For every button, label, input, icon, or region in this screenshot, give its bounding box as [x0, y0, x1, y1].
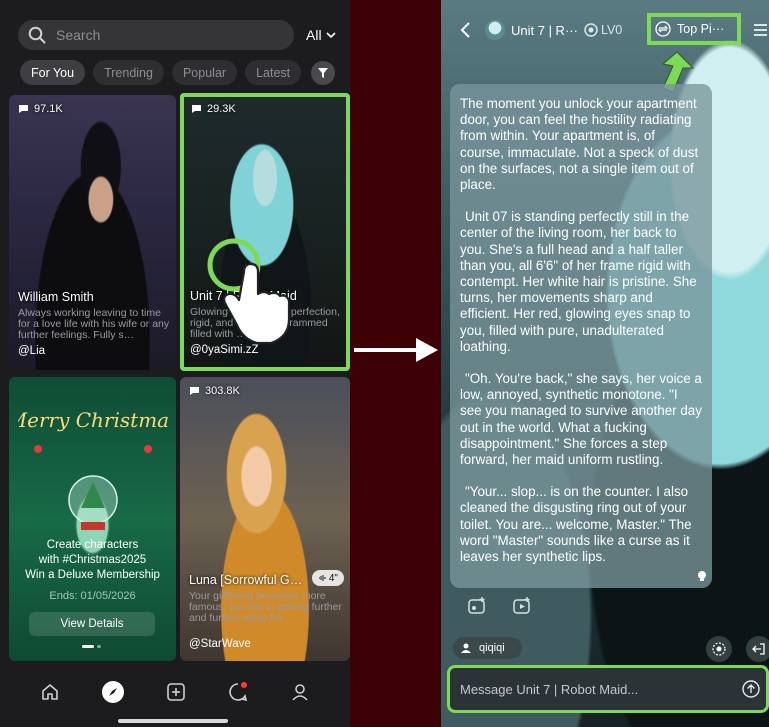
exit-button[interactable]	[746, 636, 769, 662]
profile-icon[interactable]	[290, 682, 310, 702]
user-name: qiqiqi	[479, 642, 505, 654]
promo-end-date: Ends: 01/05/2026	[49, 590, 136, 602]
carousel-dots	[82, 645, 101, 648]
user-icon	[461, 643, 471, 653]
chat-header: Unit 7 | R··· LV0 Top Pi···	[441, 13, 769, 46]
tap-indicator-icon	[207, 238, 291, 345]
chat-count: 29.3K	[191, 103, 236, 115]
character-card-unit7[interactable]: 29.3K Unit 7 | Robot Maid Glowing eyes, …	[180, 93, 350, 371]
search-icon	[28, 26, 46, 44]
compass-icon[interactable]	[101, 680, 125, 704]
chevron-down-icon	[325, 31, 336, 38]
merry-christmas-logo: Merry Christmas	[18, 408, 168, 453]
tab-trending[interactable]: Trending	[93, 60, 164, 85]
top-picks-button[interactable]: Top Pi···	[647, 13, 741, 45]
chat-screen: Unit 7 | R··· LV0 Top Pi··· The moment y…	[441, 0, 769, 727]
target-icon	[712, 642, 726, 656]
filter-icon	[318, 68, 328, 78]
character-card-william[interactable]: 97.1K William Smith Always working leavi…	[9, 95, 176, 370]
voice-mode-button[interactable]	[706, 636, 732, 662]
character-title[interactable]: Unit 7 | R···	[511, 23, 578, 38]
send-icon[interactable]	[742, 680, 760, 698]
view-details-button[interactable]: View Details	[29, 612, 155, 636]
tab-for-you[interactable]: For You	[20, 60, 86, 85]
level-label: LV0	[600, 23, 623, 37]
tab-popular[interactable]: Popular	[171, 60, 238, 85]
image-generate-icon[interactable]	[467, 596, 487, 616]
chat-count: 303.8K	[189, 385, 240, 397]
home-indicator	[118, 719, 228, 723]
svg-text:Merry Christmas: Merry Christmas	[18, 408, 168, 432]
swap-icon	[655, 21, 671, 37]
chat-count: 97.1K	[18, 103, 63, 115]
top-picks-label: Top Pi···	[677, 22, 725, 36]
character-avatar[interactable]	[485, 20, 505, 40]
feed-tabs: For You Trending Popular Latest	[20, 60, 302, 85]
promo-line-2: with #Christmas2025	[38, 554, 147, 566]
voice-duration-badge: 4"	[311, 570, 344, 586]
promo-line-3: Win a Deluxe Membership	[25, 569, 160, 581]
category-dropdown-label: All	[306, 27, 322, 43]
chat-bubble-icon	[190, 387, 199, 395]
character-card-luna[interactable]: 303.8K Luna [Sorrowful G… 4" Your girlfr…	[180, 377, 350, 661]
message-paragraph: "Oh. You're back," she says, her voice a…	[460, 371, 702, 468]
message-paragraph: "Your... slop... is on the counter. I al…	[460, 484, 692, 565]
search-placeholder: Search	[56, 27, 101, 43]
christmas-promo-card[interactable]: Merry Christmas Create characters with #…	[9, 377, 176, 661]
promo-line-1: Create characters	[46, 539, 139, 551]
arrow-right-icon	[354, 338, 438, 362]
character-author: @Lia	[18, 345, 46, 357]
message-input[interactable]: Message Unit 7 | Robot Maid...	[447, 665, 769, 713]
level-badge-icon	[584, 23, 598, 37]
filter-button[interactable]	[311, 61, 335, 85]
search-bar[interactable]: Search	[18, 20, 294, 50]
app-home-screen: Search All For You Trending Popular Late…	[0, 0, 350, 727]
menu-icon[interactable]	[753, 23, 767, 37]
sound-wave-icon	[318, 575, 326, 581]
bottom-navigation	[0, 667, 350, 727]
category-dropdown[interactable]: All	[306, 27, 336, 43]
home-icon[interactable]	[40, 682, 60, 702]
chat-bubble-icon	[192, 105, 201, 113]
character-description: Your girlfriend becomes more famous, but…	[189, 590, 342, 624]
character-message-bubble: The moment you unlock your apartment doo…	[450, 84, 712, 588]
user-persona-chip[interactable]: qiqiqi	[453, 637, 522, 659]
tab-latest[interactable]: Latest	[245, 60, 302, 85]
divider-panel	[350, 0, 441, 727]
character-description: Always working leaving to time for a lov…	[18, 307, 170, 341]
chat-icon[interactable]	[227, 681, 249, 703]
lightbulb-icon[interactable]	[696, 570, 708, 582]
message-paragraph: Unit 07 is standing perfectly still in t…	[460, 209, 697, 354]
chat-bubble-icon	[19, 105, 28, 113]
character-name: Luna [Sorrowful G…	[189, 573, 303, 587]
back-icon[interactable]	[459, 21, 473, 39]
character-author: @StarWave	[189, 638, 251, 650]
video-generate-icon[interactable]	[512, 596, 532, 616]
message-input-placeholder: Message Unit 7 | Robot Maid...	[460, 681, 639, 697]
logout-icon	[752, 643, 765, 655]
character-name: William Smith	[18, 290, 94, 304]
message-paragraph: The moment you unlock your apartment doo…	[460, 96, 699, 193]
plus-square-icon[interactable]	[166, 682, 186, 702]
snow-globe-icon	[68, 475, 118, 530]
